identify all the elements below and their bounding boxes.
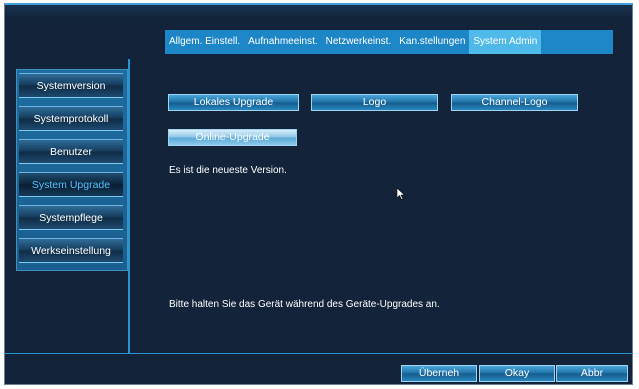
tab-general-settings[interactable]: Allgem. Einstell.: [165, 30, 244, 54]
tab-system-admin[interactable]: System Admin: [469, 30, 542, 54]
tab-bar: Allgem. Einstell. Aufnahmeeinst. Netzwer…: [165, 30, 613, 54]
sidebar-item-system-maintenance[interactable]: Systempflege: [19, 205, 123, 230]
online-upgrade-button[interactable]: Online-Upgrade: [168, 129, 297, 146]
sidebar-item-system-version[interactable]: Systemversion: [19, 73, 123, 98]
sidebar-item-factory-reset[interactable]: Werkseinstellung: [19, 238, 123, 263]
footer-divider: [5, 353, 632, 354]
ok-button[interactable]: Okay: [479, 365, 555, 382]
channel-logo-button[interactable]: Channel-Logo: [451, 94, 578, 111]
title-band: [5, 5, 632, 19]
local-upgrade-button[interactable]: Lokales Upgrade: [168, 94, 299, 111]
sidebar-item-system-log[interactable]: Systemprotokoll: [19, 106, 123, 131]
mouse-pointer-icon: [397, 188, 405, 200]
logo-button[interactable]: Logo: [311, 94, 438, 111]
status-message: Es ist die neueste Version.: [169, 165, 287, 176]
cancel-button[interactable]: Abbr: [556, 365, 628, 382]
tab-network-settings[interactable]: Netzwerkeinst.: [322, 30, 396, 54]
upgrade-note: Bitte halten Sie das Gerät während des G…: [169, 299, 440, 310]
apply-button[interactable]: Überneh: [401, 365, 477, 382]
sidebar-divider: [128, 59, 130, 353]
tab-channel-settings[interactable]: Kan.stellungen: [395, 30, 469, 54]
system-admin-window: Allgem. Einstell. Aufnahmeeinst. Netzwer…: [4, 3, 633, 385]
sidebar: Systemversion Systemprotokoll Benutzer S…: [16, 69, 128, 271]
tab-recording-settings[interactable]: Aufnahmeeinst.: [244, 30, 322, 54]
sidebar-item-system-upgrade[interactable]: System Upgrade: [19, 172, 123, 197]
sidebar-item-users[interactable]: Benutzer: [19, 139, 123, 164]
